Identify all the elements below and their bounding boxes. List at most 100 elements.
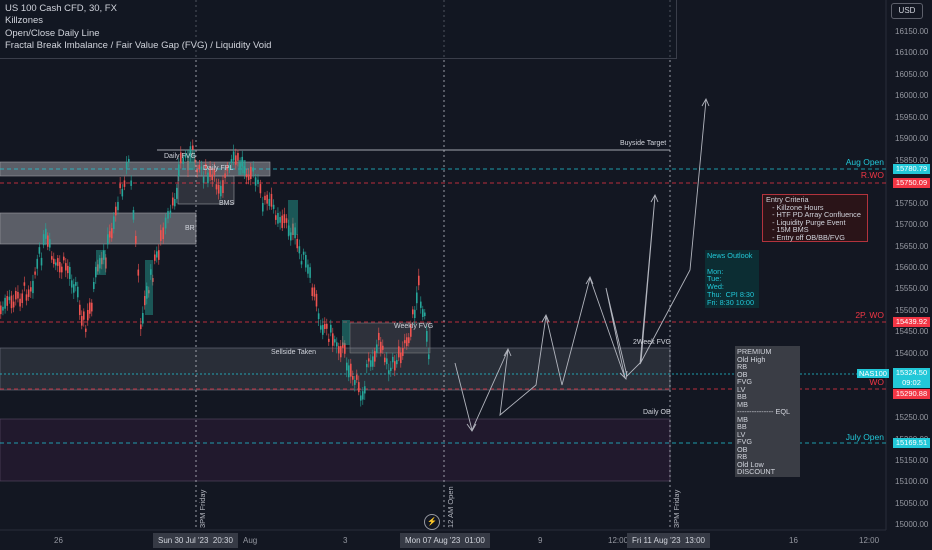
candle-body xyxy=(398,346,400,358)
candle-body xyxy=(426,331,428,342)
candle-body xyxy=(250,166,252,180)
candle-body xyxy=(254,177,257,186)
indicator-killzones[interactable]: Killzones xyxy=(5,15,43,26)
candle-body xyxy=(32,280,34,294)
candle-body xyxy=(390,367,392,371)
time-highlight-end: Fri 11 Aug '23 13:00 xyxy=(627,533,711,548)
candle-body xyxy=(416,292,418,304)
candle-body xyxy=(158,250,160,260)
candle-body xyxy=(69,266,71,280)
time-highlight-mid: Mon 07 Aug '23 01:00 xyxy=(400,533,490,548)
candle-body xyxy=(59,261,61,273)
candle-body xyxy=(315,293,318,307)
candle-body xyxy=(368,358,370,362)
candle-body xyxy=(87,309,89,321)
candle-body xyxy=(380,341,382,353)
hl-date: Mon 07 Aug '23 xyxy=(405,536,461,545)
label-daily-fvg: Daily FVG xyxy=(164,153,196,160)
bolt-icon[interactable]: ⚡ xyxy=(424,514,440,530)
candle-body xyxy=(420,301,422,308)
hl-date: Fri 11 Aug '23 xyxy=(632,536,681,545)
time-label: Aug xyxy=(243,536,258,545)
candle-body xyxy=(402,347,404,356)
candle-body xyxy=(12,301,15,308)
price-tick: 16100.00 xyxy=(895,48,929,58)
candle-body xyxy=(154,254,156,261)
candle-body xyxy=(346,362,348,371)
candle-body xyxy=(160,230,162,241)
candle-body xyxy=(408,337,410,344)
candle-body xyxy=(422,309,424,317)
chart-legend[interactable]: US 100 Cash CFD, 30, FX Killzones Open/C… xyxy=(0,0,677,59)
candle-body xyxy=(338,346,340,354)
candle-body xyxy=(115,206,117,216)
candle-body xyxy=(324,323,326,330)
candle-body xyxy=(305,255,307,268)
candle-body xyxy=(53,258,55,265)
candle-body xyxy=(336,342,338,347)
candle-body xyxy=(352,375,354,380)
entry-criteria-box[interactable]: Entry Criteria - Killzone Hours - HTF PD… xyxy=(762,194,868,242)
time-label: 16 xyxy=(789,536,798,545)
price-tick: 15000.00 xyxy=(895,520,929,530)
candle-body xyxy=(176,187,178,199)
candle-body xyxy=(360,395,362,401)
candle-body xyxy=(217,184,220,194)
candle-body xyxy=(334,339,336,343)
price-tick: 15750.00 xyxy=(895,198,929,208)
current-price: 15324.50 xyxy=(895,368,928,377)
tag-wo: 15290.88 xyxy=(893,389,930,399)
price-tick: 15650.00 xyxy=(895,241,929,251)
candle-body xyxy=(174,199,176,207)
candle-body xyxy=(332,333,334,346)
candle-body xyxy=(412,309,414,315)
hl-date: Sun 30 Jul '23 xyxy=(158,536,209,545)
candle-body xyxy=(121,188,124,197)
candle-body xyxy=(364,386,366,394)
candle-body xyxy=(330,324,332,333)
time-label: 12:00 xyxy=(608,536,629,545)
candle-body xyxy=(320,325,322,330)
candle-body xyxy=(268,198,271,206)
symbol-title: US 100 Cash CFD, 30, FX xyxy=(5,3,117,14)
candle-body xyxy=(298,246,301,254)
candle-body xyxy=(79,304,81,315)
candle-body xyxy=(394,361,396,371)
candle-body xyxy=(109,231,111,238)
premium-discount-box[interactable]: PREMIUM Old High RB OB FVG LV BB MB ----… xyxy=(735,346,800,477)
candle-body xyxy=(55,262,57,266)
candle-body xyxy=(356,374,358,380)
candle-body xyxy=(75,282,77,286)
candle-body xyxy=(296,238,299,249)
candle-body xyxy=(167,211,169,219)
candle-body xyxy=(196,169,198,173)
price-tick: 15450.00 xyxy=(895,327,929,337)
candle-body xyxy=(27,289,30,297)
candle-body xyxy=(309,267,311,278)
fvg-block xyxy=(238,160,246,175)
time-label: 26 xyxy=(54,536,63,545)
indicator-open-close[interactable]: Open/Close Daily Line xyxy=(5,28,100,39)
candle-body xyxy=(111,228,113,239)
time-highlight-start: Sun 30 Jul '23 20:30 xyxy=(153,533,238,548)
candle-body xyxy=(302,251,305,255)
indicator-fvg[interactable]: Fractal Break Imbalance / Fair Value Gap… xyxy=(5,40,271,51)
candle-body xyxy=(156,251,158,258)
fvg-block xyxy=(96,250,106,275)
candle-body xyxy=(279,217,281,223)
pd-line: FVG xyxy=(737,377,752,386)
candle-body xyxy=(71,280,73,288)
currency-button[interactable]: USD xyxy=(891,3,923,19)
candle-body xyxy=(418,275,420,286)
candle-body xyxy=(10,295,13,309)
candle-body xyxy=(132,210,135,220)
candle-body xyxy=(207,172,209,184)
price-tick: 15600.00 xyxy=(895,262,929,272)
candle-body xyxy=(6,296,9,306)
news-outlook-box[interactable]: News Outlook Mon: Tue: Wed: Thu: CPI 8:3… xyxy=(705,250,759,308)
candle-body xyxy=(362,391,364,400)
vtext-12am-open: 12 AM Open xyxy=(446,486,455,528)
candle-body xyxy=(34,271,36,275)
br-zone xyxy=(0,212,197,245)
candle-body xyxy=(382,345,384,350)
